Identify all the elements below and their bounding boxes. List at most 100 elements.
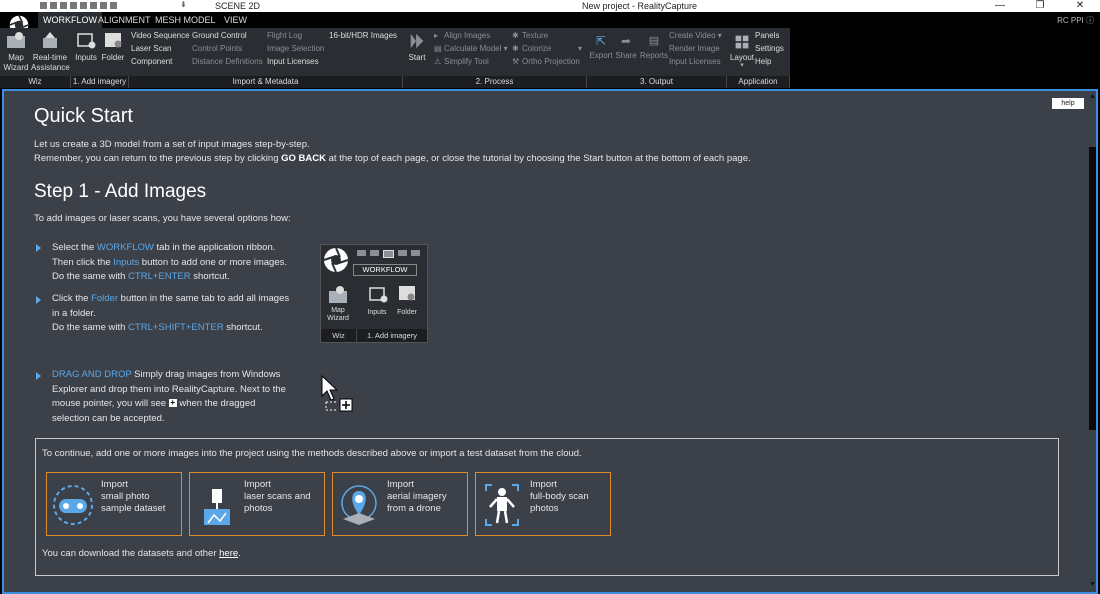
restore-button[interactable]: ❐ [1020,0,1060,12]
map-wizard-icon [329,286,347,303]
folder-icon [399,286,415,301]
layout-button[interactable]: Layout ▾ [729,34,755,69]
process-more-dropdown-icon[interactable]: ▾ [578,44,582,53]
tab-mesh-model[interactable]: MESH MODEL [150,12,221,28]
layout-icon [370,250,379,256]
reports-label: Reports [639,51,668,60]
share-icon: ➦ [620,34,632,48]
start-button[interactable]: Start [405,32,429,62]
layout-icon [383,250,394,258]
layout-icons [357,250,420,258]
group-process: 2. Process [403,76,587,88]
gamepad-icon [53,485,93,525]
scrollbar[interactable]: ▲ ▼ [1086,91,1096,592]
shot-group-labels: Wiz 1. Add imagery [321,329,427,342]
folder-icon [105,33,122,48]
calculate-model-icon: ▤ [434,44,442,53]
help-ribbon-button[interactable]: Help [755,57,771,66]
bullet-arrow-icon [36,244,41,252]
reports-button[interactable]: ▤ Reports [639,34,669,60]
tab-view[interactable]: VIEW [219,12,252,28]
colorize-button[interactable]: Colorize [522,44,551,53]
import-small-photo-button[interactable]: Import small photo sample dataset [46,472,182,536]
ctrl-shift-enter-shortcut: CTRL+SHIFT+ENTER [128,322,224,333]
bullet-arrow-icon [36,372,41,380]
calculate-model-button[interactable]: Calculate Model ▾ [444,44,508,53]
quick-access-dropdown-icon[interactable]: ⇟ [180,0,187,9]
realtime-assistance-button[interactable]: Real-time Assistance [31,30,70,73]
inputs-label: Inputs [75,53,97,62]
bullet-arrow-icon [36,296,41,304]
distance-definitions-button[interactable]: Distance Definitions [192,57,263,66]
go-back-text: GO BACK [281,153,326,164]
video-sequence-button[interactable]: Video Sequence [131,31,190,40]
output-input-licenses-button[interactable]: Input Licenses [669,57,721,66]
tab-alignment[interactable]: ALIGNMENT [93,12,156,28]
import-full-body-scan-button[interactable]: Import full-body scan photos [475,472,611,536]
title-bar: ⇟ SCENE 2D New project - RealityCapture … [0,0,1100,12]
drone-map-pin-icon [341,485,377,525]
start-icon [410,33,424,49]
download-here-link[interactable]: here [219,548,238,559]
folder-button[interactable]: Folder [100,30,126,62]
layout-label: Layout [729,53,755,62]
flight-log-button[interactable]: Flight Log [267,31,302,40]
hdr-images-button[interactable]: 16-bit/HDR Images [329,31,397,40]
layout-icon[interactable] [50,2,57,9]
scroll-down-icon[interactable]: ▼ [1089,581,1096,588]
bullet-folder: Click the Folder button in the same tab … [52,293,290,333]
image-selection-button[interactable]: Image Selection [267,44,324,53]
workflow-link[interactable]: WORKFLOW [97,242,154,253]
layout-icon[interactable] [70,2,77,9]
panels-button[interactable]: Panels [755,31,779,40]
scroll-up-icon[interactable]: ▲ [1089,93,1096,100]
group-add-imagery: 1. Add imagery [71,76,129,88]
control-points-button[interactable]: Control Points [192,44,242,53]
help-button[interactable]: help [1052,98,1084,109]
share-button[interactable]: ➦ Share [614,34,638,60]
import-aerial-imagery-label: Import aerial imagery from a drone [387,479,447,514]
plus-box-icon: + [168,398,177,408]
scene-label: SCENE 2D [215,1,261,11]
layout-icon[interactable] [80,2,87,9]
undo-icon[interactable] [100,2,107,9]
texture-button[interactable]: Texture [522,31,548,40]
drag-cursor-icon [321,374,353,412]
layout-icon [398,250,407,256]
rc-ppi-label[interactable]: RC PPI ⓘ [1057,15,1094,26]
group-application: Application [727,76,790,88]
map-wizard-button[interactable]: Map Wizard [3,30,29,73]
redo-icon[interactable] [110,2,117,9]
align-images-icon: ▸ [434,31,439,40]
quick-access-toolbar[interactable]: ⇟ [40,0,187,9]
layout-icon [411,250,420,256]
ground-control-button[interactable]: Ground Control [192,31,247,40]
inputs-link[interactable]: Inputs [113,257,139,268]
close-button[interactable]: ✕ [1060,0,1100,12]
export-button[interactable]: ⇱ Export [588,34,614,60]
ribbon: Map Wizard Real-time Assistance Inputs F… [0,28,790,76]
inputs-button[interactable]: Inputs [73,30,99,62]
create-video-button[interactable]: Create Video ▾ [669,31,722,40]
render-image-button[interactable]: Render Image [669,44,720,53]
component-button[interactable]: Component [131,57,172,66]
layout-icon[interactable] [60,2,67,9]
minimize-button[interactable]: — [980,0,1020,12]
align-images-button[interactable]: Align Images [444,31,490,40]
download-text: You can download the datasets and other … [42,548,241,559]
layout-icon[interactable] [90,2,97,9]
layout-icon[interactable] [40,2,47,9]
laser-scan-button[interactable]: Laser Scan [131,44,171,53]
scroll-thumb[interactable] [1089,147,1096,430]
import-aerial-imagery-button[interactable]: Import aerial imagery from a drone [332,472,468,536]
ortho-projection-button[interactable]: Ortho Projection [522,57,580,66]
folder-label: Folder [101,53,125,62]
simplify-tool-button[interactable]: Simplify Tool [444,57,489,66]
import-laser-scans-button[interactable]: Import laser scans and photos [189,472,325,536]
input-licenses-button[interactable]: Input Licenses [267,57,319,66]
group-output: 3. Output [587,76,727,88]
settings-button[interactable]: Settings [755,44,784,53]
step-title: Step 1 - Add Images [34,181,207,202]
full-body-scan-icon [485,484,519,526]
folder-link[interactable]: Folder [91,293,118,304]
